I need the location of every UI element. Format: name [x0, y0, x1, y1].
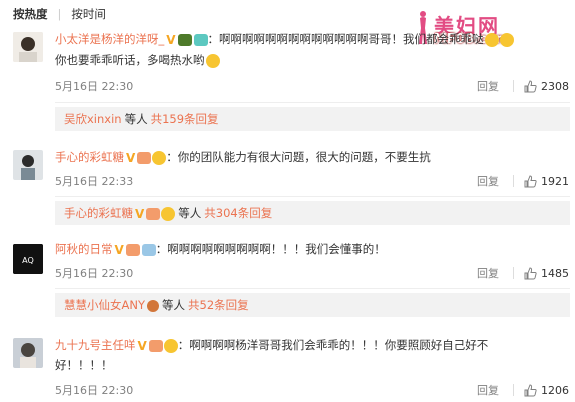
- comment-actions: 回复 1206: [477, 382, 569, 398]
- comment-text-line: 阿秋的日常 V ：啊啊啊啊啊啊啊啊啊！！！我们会懂事的！: [55, 240, 567, 259]
- subreply-username[interactable]: 吴欣xinxin: [64, 112, 122, 126]
- like-icon[interactable]: [524, 266, 537, 280]
- reply-button[interactable]: 回复: [477, 78, 499, 94]
- verified-icon: V: [114, 242, 124, 257]
- subreply-others-text: 等人: [124, 112, 148, 126]
- action-divider: [513, 80, 514, 92]
- reply-button[interactable]: 回复: [477, 382, 499, 398]
- camera-badge-icon: [193, 33, 208, 46]
- comment-date: 5月16日 22:33: [55, 175, 134, 188]
- comment-text: ：啊啊啊啊啊啊啊啊啊！！！我们会懂事的！: [155, 242, 386, 256]
- sad-emoji-icon: [161, 206, 176, 221]
- comment-username[interactable]: 小太洋是杨洋的洋呀_: [55, 32, 164, 46]
- verified-icon: V: [135, 206, 145, 221]
- comment-date: 5月16日 22:30: [55, 80, 134, 93]
- comment-text-line: 好！！！！: [55, 356, 567, 374]
- comment-username[interactable]: 手心的彩虹糖: [55, 150, 124, 164]
- verified-icon: V: [166, 32, 176, 47]
- like-icon[interactable]: [524, 383, 537, 397]
- avatar[interactable]: [13, 150, 43, 180]
- comment-text-continued: 好！！！！: [55, 358, 113, 372]
- comment-text-line: 你也要乖乖听话，多喝热水哟: [55, 51, 567, 69]
- subreply-count-link[interactable]: 共159条回复: [151, 112, 219, 126]
- comment-text-line: 小太洋是杨洋的洋呀_ V ：啊啊啊啊啊啊啊啊啊啊啊啊啊哥哥！我们都会乖乖哒: [55, 30, 567, 49]
- comment-actions: 回复 2308: [477, 78, 569, 94]
- subreply-count-link[interactable]: 共304条回复: [204, 206, 272, 220]
- action-divider: [513, 384, 514, 396]
- action-divider: [513, 267, 514, 279]
- comment-text: ：啊啊啊啊啊啊啊啊啊啊啊啊啊哥哥！我们都会乖乖哒: [207, 32, 484, 46]
- heart-badge-icon: [146, 207, 161, 220]
- subreply-username[interactable]: 慧慧小仙女ANY: [64, 298, 145, 312]
- sad-emoji-icon: [152, 150, 167, 165]
- subreply-summary[interactable]: 手心的彩虹糖 V 等人 共304条回复: [55, 201, 570, 225]
- divider: [55, 196, 570, 197]
- sort-bar: 按热度 | 按时间: [13, 5, 106, 23]
- subreply-summary[interactable]: 吴欣xinxin 等人 共159条回复: [55, 107, 570, 131]
- heart-badge-icon: [148, 339, 163, 352]
- svg-text:AQ: AQ: [22, 256, 34, 265]
- comment-text-line: 手心的彩虹糖 V ：你的团队能力有很大问题，很大的问题，不要生抗: [55, 148, 567, 167]
- comment-text: ：你的团队能力有很大问题，很大的问题，不要生抗: [166, 150, 431, 164]
- comment-username[interactable]: 阿秋的日常: [55, 242, 113, 256]
- sad-emoji-icon: [163, 338, 178, 353]
- comment-text-line: 九十九号主任咩 V ：啊啊啊啊杨洋哥哥我们会乖乖的！！！你要照顾好自己好不: [55, 336, 567, 355]
- like-count: 1921: [541, 174, 569, 188]
- smile-emoji-icon: [205, 53, 220, 68]
- verified-icon: V: [126, 150, 136, 165]
- picture-badge-icon: [141, 243, 156, 256]
- reply-button[interactable]: 回复: [477, 265, 499, 281]
- like-count: 1485: [541, 266, 569, 280]
- comment-text: ：啊啊啊啊杨洋哥哥我们会乖乖的！！！你要照顾好自己好不: [177, 338, 489, 352]
- avatar[interactable]: [13, 338, 43, 368]
- like-count: 2308: [541, 79, 569, 93]
- like-icon[interactable]: [524, 79, 537, 93]
- subreply-others-text: 等人: [178, 206, 202, 220]
- comment-actions: 回复 1921: [477, 173, 569, 189]
- subreply-summary[interactable]: 慧慧小仙女ANY 等人 共52条回复: [55, 293, 570, 317]
- heart-badge-icon: [137, 151, 152, 164]
- member-badge-icon: [147, 299, 159, 312]
- subreply-others-text: 等人: [162, 298, 185, 312]
- comment-date: 5月16日 22:30: [55, 384, 134, 397]
- sort-divider: |: [57, 7, 62, 21]
- avatar[interactable]: [13, 32, 43, 62]
- comment-text-continued: 你也要乖乖听话，多喝热水哟: [55, 53, 205, 67]
- action-divider: [513, 175, 514, 187]
- reply-button[interactable]: 回复: [477, 173, 499, 189]
- comment-username[interactable]: 九十九号主任咩: [55, 338, 136, 352]
- heart-badge-icon: [125, 243, 140, 256]
- subreply-username[interactable]: 手心的彩虹糖: [64, 206, 133, 220]
- comment-date: 5月16日 22:30: [55, 267, 134, 280]
- divider: [55, 288, 570, 289]
- sort-by-hot-tab[interactable]: 按热度: [13, 6, 48, 22]
- like-icon[interactable]: [524, 174, 537, 188]
- blush-emoji-icon: [499, 32, 514, 47]
- blush-emoji-icon: [484, 32, 499, 47]
- sort-by-time-tab[interactable]: 按时间: [71, 6, 106, 22]
- divider: [55, 102, 570, 103]
- owl-badge-icon: [177, 33, 192, 46]
- avatar[interactable]: AQ: [13, 244, 43, 274]
- subreply-count-link[interactable]: 共52条回复: [188, 298, 249, 312]
- comment-actions: 回复 1485: [477, 265, 569, 281]
- like-count: 1206: [541, 383, 569, 397]
- verified-icon: V: [137, 338, 147, 353]
